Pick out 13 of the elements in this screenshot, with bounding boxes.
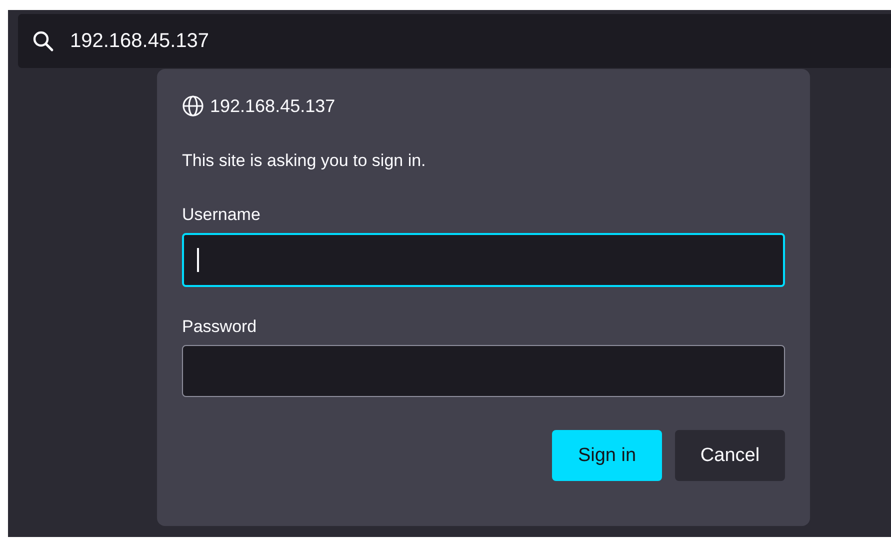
search-icon: [32, 30, 54, 52]
address-bar[interactable]: 192.168.45.137: [18, 14, 891, 68]
input-field[interactable]: [182, 233, 785, 287]
text-cursor: [197, 248, 198, 272]
cancel-button[interactable]: Cancel: [675, 430, 785, 481]
site-host: 192.168.45.137: [210, 96, 336, 116]
address-text: 192.168.45.137: [70, 30, 210, 52]
input-field[interactable]: [182, 345, 785, 397]
field-label: Password: [182, 317, 258, 337]
globe-icon: [182, 95, 204, 117]
sign-in-message: This site is asking you to sign in.: [182, 151, 427, 171]
field-label: Username: [182, 205, 262, 225]
sign-in-button[interactable]: Sign in: [552, 430, 662, 481]
